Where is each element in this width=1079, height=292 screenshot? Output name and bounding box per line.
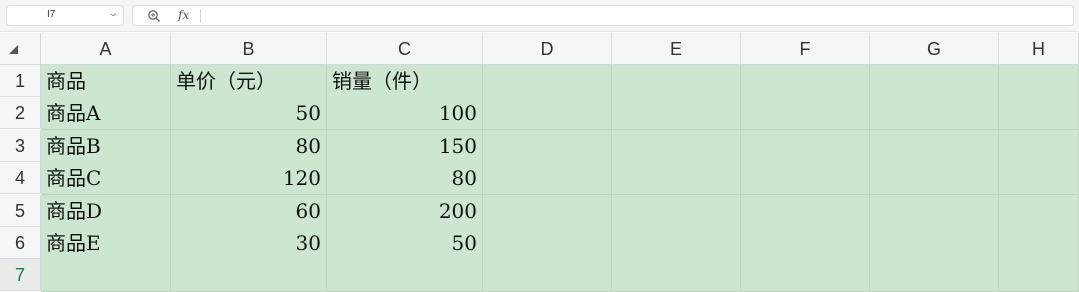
- column-header-h[interactable]: H: [999, 33, 1079, 65]
- row-header-2[interactable]: 2: [0, 97, 41, 129]
- cell-e2[interactable]: [612, 97, 741, 130]
- cell-d4[interactable]: [483, 162, 612, 195]
- cell-h7[interactable]: [999, 259, 1079, 292]
- cell-b6[interactable]: 30: [171, 227, 327, 260]
- cell-f4[interactable]: [741, 162, 870, 195]
- row-header-4[interactable]: 4: [0, 162, 41, 194]
- row-header-6[interactable]: 6: [0, 227, 41, 259]
- cell-b5[interactable]: 60: [171, 195, 327, 228]
- cell-f2[interactable]: [741, 97, 870, 130]
- cell-c1[interactable]: 销量（件）: [327, 65, 483, 98]
- cell-a7[interactable]: [41, 259, 171, 292]
- column-header-f[interactable]: F: [741, 33, 870, 65]
- fx-icon[interactable]: fx: [178, 8, 189, 22]
- column-header-b[interactable]: B: [171, 33, 327, 65]
- cell-b3[interactable]: 80: [171, 130, 327, 163]
- cell-g1[interactable]: [870, 65, 999, 98]
- name-box-value: I7: [47, 9, 56, 20]
- cell-c7[interactable]: [327, 259, 483, 292]
- cell-a5[interactable]: 商品D: [41, 195, 171, 228]
- cell-e3[interactable]: [612, 130, 741, 163]
- cell-e7[interactable]: [612, 259, 741, 292]
- cell-e6[interactable]: [612, 227, 741, 260]
- cell-c5[interactable]: 200: [327, 195, 483, 228]
- cell-g7[interactable]: [870, 259, 999, 292]
- select-all-button[interactable]: [0, 33, 41, 65]
- chevron-down-icon[interactable]: ⌄: [107, 8, 119, 19]
- cell-g5[interactable]: [870, 195, 999, 228]
- cell-h2[interactable]: [999, 97, 1079, 130]
- cell-f1[interactable]: [741, 65, 870, 98]
- row-header-3[interactable]: 3: [0, 130, 41, 162]
- cell-d2[interactable]: [483, 97, 612, 130]
- cell-a2[interactable]: 商品A: [41, 97, 171, 130]
- formula-bar: I7 ⌄ fx: [0, 0, 1079, 32]
- cell-c2[interactable]: 100: [327, 97, 483, 130]
- cell-f7[interactable]: [741, 259, 870, 292]
- cell-h1[interactable]: [999, 65, 1079, 98]
- spreadsheet-grid: ABCDEFGH 1 商品 单价（元） 销量（件） 2 商品A 50 100 3 商品B 80 150…: [0, 33, 1079, 292]
- row-header-1[interactable]: 1: [0, 65, 41, 97]
- cell-g4[interactable]: [870, 162, 999, 195]
- cell-c6[interactable]: 50: [327, 227, 483, 260]
- column-header-row: ABCDEFGH: [0, 33, 1079, 65]
- cell-g2[interactable]: [870, 97, 999, 130]
- cell-b1[interactable]: 单价（元）: [171, 65, 327, 98]
- cell-a6[interactable]: 商品E: [41, 227, 171, 260]
- cell-d6[interactable]: [483, 227, 612, 260]
- column-header-e[interactable]: E: [612, 33, 741, 65]
- cell-b2[interactable]: 50: [171, 97, 327, 130]
- cell-h6[interactable]: [999, 227, 1079, 260]
- cell-b4[interactable]: 120: [171, 162, 327, 195]
- cell-f5[interactable]: [741, 195, 870, 228]
- cell-g3[interactable]: [870, 130, 999, 163]
- cell-e4[interactable]: [612, 162, 741, 195]
- name-box[interactable]: I7 ⌄: [6, 5, 124, 26]
- cell-h4[interactable]: [999, 162, 1079, 195]
- cell-c4[interactable]: 80: [327, 162, 483, 195]
- cell-a4[interactable]: 商品C: [41, 162, 171, 195]
- cell-e1[interactable]: [612, 65, 741, 98]
- cell-c3[interactable]: 150: [327, 130, 483, 163]
- cell-d3[interactable]: [483, 130, 612, 163]
- cell-g6[interactable]: [870, 227, 999, 260]
- cell-d1[interactable]: [483, 65, 612, 98]
- zoom-icon[interactable]: [147, 9, 161, 23]
- cell-e5[interactable]: [612, 195, 741, 228]
- formula-area: fx: [132, 5, 1074, 26]
- cell-a1[interactable]: 商品: [41, 65, 171, 98]
- column-header-c[interactable]: C: [327, 33, 483, 65]
- cell-d7[interactable]: [483, 259, 612, 292]
- cell-h3[interactable]: [999, 130, 1079, 163]
- column-header-g[interactable]: G: [870, 33, 999, 65]
- cell-d5[interactable]: [483, 195, 612, 228]
- row-header-7[interactable]: 7: [0, 259, 41, 291]
- select-all-icon: [9, 45, 18, 54]
- cell-b7[interactable]: [171, 259, 327, 292]
- row-header-5[interactable]: 5: [0, 195, 41, 227]
- cell-f6[interactable]: [741, 227, 870, 260]
- cell-a3[interactable]: 商品B: [41, 130, 171, 163]
- cell-h5[interactable]: [999, 195, 1079, 228]
- formula-input[interactable]: [208, 9, 1069, 23]
- column-header-a[interactable]: A: [41, 33, 171, 65]
- cell-f3[interactable]: [741, 130, 870, 163]
- column-header-d[interactable]: D: [483, 33, 612, 65]
- formula-divider: [200, 9, 201, 23]
